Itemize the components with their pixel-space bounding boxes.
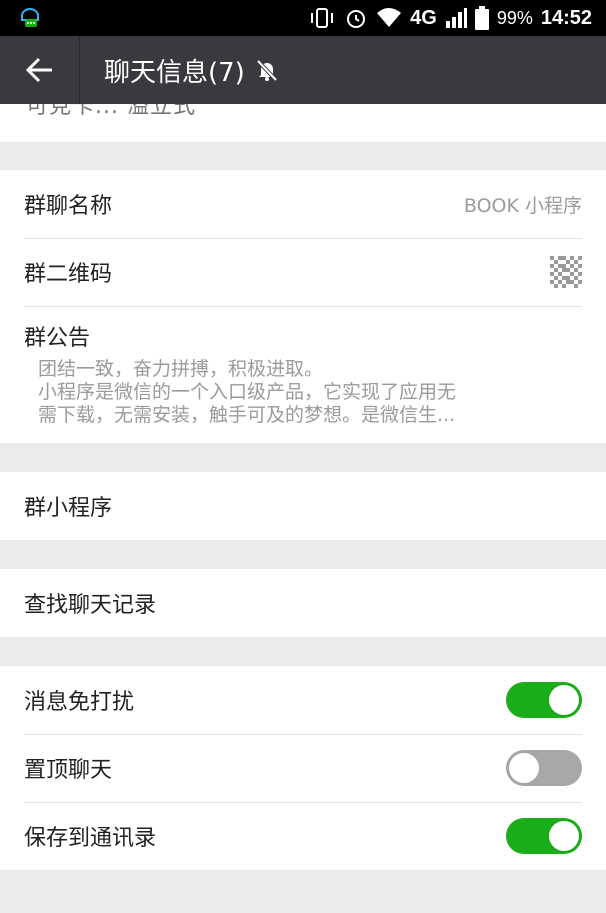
group-qr-row[interactable]: 群二维码: [0, 238, 606, 306]
bell-off-icon: [256, 59, 278, 82]
app-bar: 聊天信息(7): [0, 36, 606, 104]
group-qr-label: 群二维码: [24, 262, 113, 287]
search-card: 查找聊天记录: [0, 569, 606, 637]
page-title: 聊天信息(7): [104, 57, 245, 88]
battery-icon: [474, 6, 489, 30]
battery-percent: 99%: [496, 7, 533, 28]
toggle-knob: [549, 821, 579, 851]
group-mini-program-row[interactable]: 群小程序: [0, 472, 606, 540]
back-button[interactable]: [0, 36, 80, 104]
mute-toggle[interactable]: [506, 682, 582, 718]
pin-label: 置顶聊天: [24, 758, 113, 783]
clock: 14:52: [540, 6, 592, 29]
notice-line-2: 小程序是微信的一个入口级产品，它实现了应用无: [38, 381, 457, 403]
group-notice-row[interactable]: 群公告 团结一致，奋力拼搏，积极进取。 小程序是微信的一个入口级产品，它实现了应…: [0, 306, 606, 443]
mini-program-card: 群小程序: [0, 472, 606, 540]
group-mini-program-label: 群小程序: [24, 496, 113, 521]
vibrate-icon: [311, 8, 334, 28]
pin-row: 置顶聊天: [0, 734, 606, 802]
toggle-knob: [509, 753, 539, 783]
group-name-label: 群聊名称: [24, 194, 113, 219]
notice-line-1: 团结一致，奋力拼搏，积极进取。: [38, 358, 324, 380]
toggle-knob: [549, 685, 579, 715]
search-history-row[interactable]: 查找聊天记录: [0, 569, 606, 637]
network-type: 4G: [410, 6, 437, 29]
save-contacts-label: 保存到通讯录: [24, 826, 157, 851]
settings-card: 消息免打扰 置顶聊天 保存到通讯录: [0, 666, 606, 870]
group-notice-label: 群公告: [24, 326, 91, 351]
mute-row: 消息免打扰: [0, 666, 606, 734]
member-strip-text: 可見卡... 溢立式: [26, 104, 196, 119]
mute-label: 消息免打扰: [24, 690, 135, 715]
member-strip: 可見卡... 溢立式: [0, 104, 606, 142]
alarm-icon: [347, 10, 366, 28]
signal-icon: [445, 8, 467, 28]
group-name-row[interactable]: 群聊名称 BOOK 小程序: [0, 170, 606, 238]
pin-toggle[interactable]: [506, 750, 582, 786]
arrow-left-icon: [25, 57, 52, 83]
qr-code-icon: [550, 256, 582, 288]
status-bar: 4G 99% 14:52: [0, 0, 606, 36]
wifi-icon: [377, 8, 402, 27]
save-contacts-row: 保存到通讯录: [0, 802, 606, 870]
notice-line-3: 需下载，无需安装，触手可及的梦想。是微信生...: [38, 404, 456, 426]
save-contacts-toggle[interactable]: [506, 818, 582, 854]
chat-bubble-icon: [21, 8, 39, 27]
search-history-label: 查找聊天记录: [24, 593, 157, 618]
group-notice-text: 团结一致，奋力拼搏，积极进取。 小程序是微信的一个入口级产品，它实现了应用无 需…: [38, 358, 578, 427]
group-info-card: 群聊名称 BOOK 小程序 群二维码 群公告 团结一致，奋力拼搏，积极进取。 小…: [0, 170, 606, 443]
group-name-value: BOOK 小程序: [463, 194, 582, 217]
